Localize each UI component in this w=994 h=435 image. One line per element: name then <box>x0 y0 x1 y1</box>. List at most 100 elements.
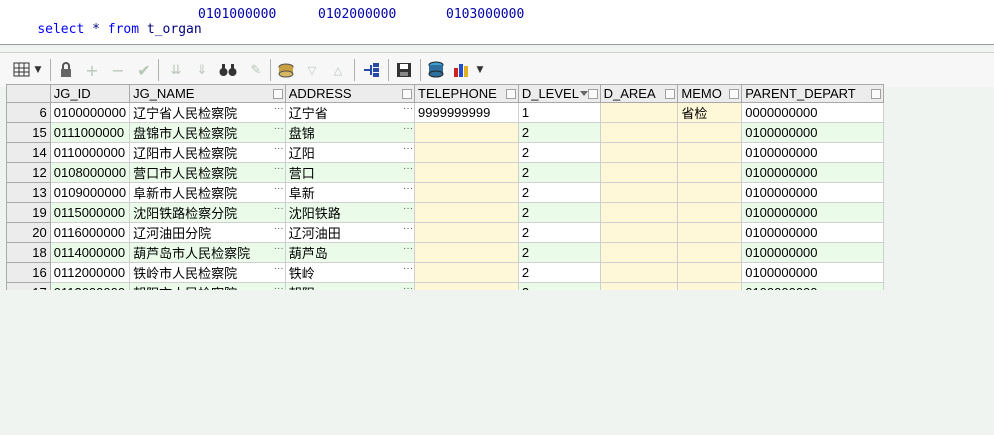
cell-address[interactable]: 营口 ··· <box>284 162 416 183</box>
table-row[interactable]: 18 0114000000 葫芦岛市人民检察院 ··· 葫芦岛 ··· 2 010000000… <box>6 242 884 263</box>
result-grid[interactable]: JG_ID JG_NAME ADDRESS TELEPHONE D_LEVEL … <box>6 84 884 290</box>
cell-address[interactable]: 辽宁省 ··· <box>284 102 416 123</box>
cell-d-level[interactable]: 2 <box>517 122 601 143</box>
table-row[interactable]: 6 0100000000 辽宁省人民检察院 ··· 辽宁省 ··· 9999999999 1 省… <box>6 102 884 123</box>
clear-icon[interactable]: ✎ <box>246 60 266 80</box>
cell-address[interactable]: 沈阳铁路 ··· <box>284 202 416 223</box>
chart-icon[interactable] <box>452 60 472 80</box>
cell-editor-ellipsis-icon[interactable]: ··· <box>403 284 413 291</box>
cell-editor-ellipsis-icon[interactable]: ··· <box>274 284 284 291</box>
cell-jg-name[interactable]: 沈阳铁路检察分院 ··· <box>129 202 286 223</box>
cell-editor-ellipsis-icon[interactable]: ··· <box>274 124 284 135</box>
cell-memo[interactable] <box>677 242 743 263</box>
cell-editor-ellipsis-icon[interactable]: ··· <box>274 104 284 115</box>
row-number[interactable]: 15 <box>6 122 51 143</box>
cell-d-area[interactable] <box>599 202 679 223</box>
table-row[interactable]: 20 0116000000 辽河油田分院 ··· 辽河油田 ··· 2 0100000000 <box>6 222 884 243</box>
cell-jg-id[interactable]: 0116000000 <box>49 222 131 243</box>
table-row[interactable]: 15 0111000000 盘锦市人民检察院 ··· 盘锦 ··· 2 0100000000 <box>6 122 884 143</box>
cell-d-level[interactable]: 2 <box>517 282 601 290</box>
cell-editor-ellipsis-icon[interactable]: ··· <box>403 264 413 275</box>
cell-jg-id[interactable]: 0109000000 <box>49 182 131 203</box>
cell-telephone[interactable] <box>414 222 519 243</box>
cell-d-level[interactable]: 2 <box>517 242 601 263</box>
cell-d-area[interactable] <box>599 262 679 283</box>
cell-address[interactable]: 阜新 ··· <box>284 182 416 203</box>
cell-editor-ellipsis-icon[interactable]: ··· <box>274 164 284 175</box>
plus-icon[interactable]: + <box>82 60 102 80</box>
cell-d-level[interactable]: 2 <box>517 202 601 223</box>
check-icon[interactable]: ✔ <box>134 60 154 80</box>
col-header-jg-name[interactable]: JG_NAME <box>129 84 286 103</box>
cell-editor-ellipsis-icon[interactable]: ··· <box>274 184 284 195</box>
row-number[interactable]: 6 <box>6 102 51 123</box>
cell-editor-ellipsis-icon[interactable]: ··· <box>403 104 413 115</box>
cell-address[interactable]: 朝阳 ··· <box>284 282 416 291</box>
cell-jg-name[interactable]: 营口市人民检察院 ··· <box>129 162 286 183</box>
cell-jg-id[interactable]: 0115000000 <box>49 202 131 223</box>
binoculars-icon[interactable] <box>218 60 238 80</box>
cell-d-level[interactable]: 2 <box>517 162 601 183</box>
down-arrow-outline-icon[interactable]: ⇓ <box>192 60 212 80</box>
cell-editor-ellipsis-icon[interactable]: ··· <box>403 244 413 255</box>
cell-parent[interactable]: 0100000000 <box>741 202 884 223</box>
cell-d-area[interactable] <box>599 242 679 263</box>
cell-jg-id[interactable]: 0111000000 <box>49 122 131 143</box>
cell-address[interactable]: 盘锦 ··· <box>284 122 416 143</box>
cell-telephone[interactable] <box>414 262 519 283</box>
down-arrow-icon[interactable]: ⇊ <box>166 60 186 80</box>
cell-telephone[interactable] <box>414 182 519 203</box>
cell-editor-ellipsis-icon[interactable]: ··· <box>403 144 413 155</box>
table-row[interactable]: 170113000000 朝阳市人民检察院 ··· 朝阳 ··· 2 0100000000 <box>6 282 884 291</box>
row-number[interactable]: 19 <box>6 202 51 223</box>
cell-telephone[interactable] <box>414 282 519 290</box>
cell-parent[interactable]: 0100000000 <box>741 182 884 203</box>
cell-jg-id[interactable]: 0110000000 <box>49 142 131 163</box>
cell-d-area[interactable] <box>599 122 679 143</box>
minus-icon[interactable]: − <box>108 60 128 80</box>
cell-jg-id[interactable]: 0112000000 <box>49 262 131 283</box>
table-row[interactable]: 12 0108000000 营口市人民检察院 ··· 营口 ··· 2 0100000000 <box>6 162 884 183</box>
cell-jg-name[interactable]: 阜新市人民检察院 ··· <box>129 182 286 203</box>
row-number[interactable]: 13 <box>6 182 51 203</box>
cell-memo[interactable] <box>677 262 743 283</box>
tree-icon[interactable] <box>361 60 381 80</box>
row-number[interactable]: 14 <box>6 142 51 163</box>
cell-editor-ellipsis-icon[interactable]: ··· <box>274 264 284 275</box>
cell-d-area[interactable] <box>599 162 679 183</box>
cell-editor-ellipsis-icon[interactable]: ··· <box>274 244 284 255</box>
col-header-jg-id[interactable]: JG_ID <box>49 84 131 103</box>
cell-memo[interactable] <box>677 162 743 183</box>
triangle-down-icon[interactable]: ▽ <box>302 60 322 80</box>
cell-d-area[interactable] <box>599 142 679 163</box>
cell-address[interactable]: 辽阳 ··· <box>284 142 416 163</box>
cell-telephone[interactable] <box>414 122 519 143</box>
cell-parent[interactable]: 0100000000 <box>741 242 884 263</box>
col-header-parent-depart[interactable]: PARENT_DEPART <box>741 84 884 103</box>
cell-jg-name[interactable]: 辽河油田分院 ··· <box>129 222 286 243</box>
cell-jg-name[interactable]: 朝阳市人民检察院 ··· <box>129 282 286 291</box>
cell-d-level[interactable]: 2 <box>517 182 601 203</box>
column-menu-icon[interactable] <box>665 89 676 99</box>
cell-parent[interactable]: 0100000000 <box>741 142 884 163</box>
col-header-d-level[interactable]: D_LEVEL <box>517 84 601 103</box>
cell-parent[interactable]: 0100000000 <box>741 162 884 183</box>
cell-d-level[interactable]: 1 <box>517 102 601 123</box>
save-icon[interactable] <box>394 60 414 80</box>
row-number[interactable]: 16 <box>6 262 51 283</box>
cell-jg-id[interactable]: 0108000000 <box>49 162 131 183</box>
cell-d-level[interactable]: 2 <box>517 142 601 163</box>
table-row[interactable]: 14 0110000000 辽阳市人民检察院 ··· 辽阳 ··· 2 0100000000 <box>6 142 884 163</box>
cell-jg-id[interactable]: 0100000000 <box>49 102 131 123</box>
column-menu-icon[interactable] <box>505 89 516 99</box>
cell-editor-ellipsis-icon[interactable]: ··· <box>403 124 413 135</box>
cell-memo[interactable] <box>677 122 743 143</box>
cell-d-area[interactable] <box>599 182 679 203</box>
cell-editor-ellipsis-icon[interactable]: ··· <box>403 184 413 195</box>
cell-d-level[interactable]: 2 <box>517 262 601 283</box>
cell-editor-ellipsis-icon[interactable]: ··· <box>403 164 413 175</box>
cell-telephone[interactable] <box>414 142 519 163</box>
cell-jg-name[interactable]: 铁岭市人民检察院 ··· <box>129 262 286 283</box>
cell-editor-ellipsis-icon[interactable]: ··· <box>403 204 413 215</box>
cell-memo[interactable]: 省检 <box>677 102 743 123</box>
